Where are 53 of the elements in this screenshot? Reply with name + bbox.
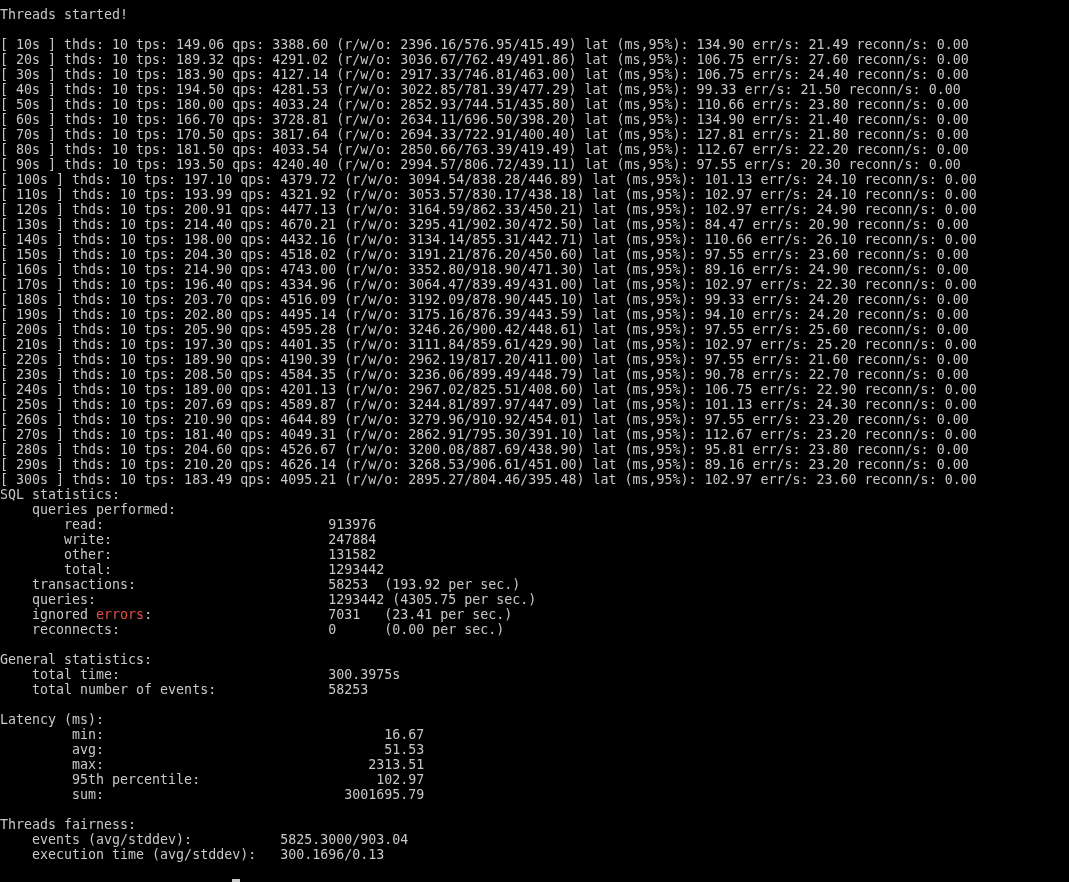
terminal-line: [ 120s ] thds: 10 tps: 200.91 qps: 4477.13 (r/w/o: 3164.59/862.33/450.21) lat (ms,95%): 102.97 err/s: 24.90 reconn/s: 0.00 (0, 202, 977, 217)
terminal-line: [ 110s ] thds: 10 tps: 193.99 qps: 4321.92 (r/w/o: 3053.57/830.17/438.18) lat (ms,95%): 102.97 err/s: 24.10 reconn/s: 0.00 (0, 187, 977, 202)
terminal-line: queries performed: (31, 502, 177, 517)
terminal-line: transactions: 58253 (193.92 per sec.) (31, 577, 521, 592)
terminal-line: [ 220s ] thds: 10 tps: 189.90 qps: 4190.39 (r/w/o: 2962.19/817.20/411.00) lat (ms,95%): 97.55 err/s: 21.60 reconn/s: 0.00 (0, 352, 969, 367)
terminal-line: ignored errors: 7031 (23.41 per sec.) (31, 607, 513, 622)
terminal-line: [ 240s ] thds: 10 tps: 189.00 qps: 4201.13 (r/w/o: 2967.02/825.51/408.60) lat (ms,95%): 106.75 err/s: 22.90 reconn/s: 0.00 (0, 382, 977, 397)
terminal-line: read: 913976 (63, 517, 377, 532)
terminal-line: avg: 51.53 (71, 742, 425, 757)
terminal-line: [ 210s ] thds: 10 tps: 197.30 qps: 4401.35 (r/w/o: 3111.84/859.61/429.90) lat (ms,95%): 102.97 err/s: 25.20 reconn/s: 0.00 (0, 337, 977, 352)
terminal-line: General statistics: (0, 652, 153, 667)
terminal-line: [ 140s ] thds: 10 tps: 198.00 qps: 4432.16 (r/w/o: 3134.14/855.31/442.71) lat (ms,95%): 110.66 err/s: 26.10 reconn/s: 0.00 (0, 232, 977, 247)
terminal-line: [ 60s ] thds: 10 tps: 166.70 qps: 3728.81 (r/w/o: 2634.11/696.50/398.20) lat (ms,95%): 134.90 err/s: 21.40 reconn/s: 0.00 (0, 112, 969, 127)
terminal-line: min: 16.67 (71, 727, 425, 742)
terminal-line: Threads started! (0, 7, 129, 22)
terminal-line: [ 100s ] thds: 10 tps: 197.10 qps: 4379.72 (r/w/o: 3094.54/838.28/446.89) lat (ms,95%): 101.13 err/s: 24.10 reconn/s: 0.00 (0, 172, 977, 187)
terminal-line: 95th percentile: 102.97 (71, 772, 425, 787)
terminal-line: reconnects: 0 (0.00 per sec.) (31, 622, 505, 637)
terminal-line: [ 160s ] thds: 10 tps: 214.90 qps: 4743.00 (r/w/o: 3352.80/918.90/471.30) lat (ms,95%): 89.16 err/s: 24.90 reconn/s: 0.00 (0, 262, 969, 277)
terminal-line: [ 10s ] thds: 10 tps: 149.06 qps: 3388.60 (r/w/o: 2396.16/576.95/415.49) lat (ms,95%): 134.90 err/s: 21.49 reconn/s: 0.00 (0, 37, 969, 52)
terminal-line: [ 70s ] thds: 10 tps: 170.50 qps: 3817.64 (r/w/o: 2694.33/722.91/400.40) lat (ms,95%): 127.81 err/s: 21.80 reconn/s: 0.00 (0, 127, 969, 142)
terminal-line: max: 2313.51 (71, 757, 425, 772)
terminal-line: [ 50s ] thds: 10 tps: 180.00 qps: 4033.24 (r/w/o: 2852.93/744.51/435.80) lat (ms,95%): 110.66 err/s: 23.80 reconn/s: 0.00 (0, 97, 969, 112)
terminal-line: [ 40s ] thds: 10 tps: 194.50 qps: 4281.53 (r/w/o: 3022.85/781.39/477.29) lat (ms,95%): 99.33 err/s: 21.50 reconn/s: 0.00 (0, 82, 961, 97)
terminal-line: events (avg/stddev): 5825.3000/903.04 (31, 832, 409, 847)
terminal-line: [ 280s ] thds: 10 tps: 204.60 qps: 4526.67 (r/w/o: 3200.08/887.69/438.90) lat (ms,95%): 95.81 err/s: 23.80 reconn/s: 0.00 (0, 442, 969, 457)
terminal-line: [ 200s ] thds: 10 tps: 205.90 qps: 4595.28 (r/w/o: 3246.26/900.42/448.61) lat (ms,95%): 97.55 err/s: 25.60 reconn/s: 0.00 (0, 322, 969, 337)
terminal-line: write: 247884 (63, 532, 377, 547)
terminal-line: [ 170s ] thds: 10 tps: 196.40 qps: 4334.96 (r/w/o: 3064.47/839.49/431.00) lat (ms,95%): 102.97 err/s: 22.30 reconn/s: 0.00 (0, 277, 977, 292)
terminal-line: [ 180s ] thds: 10 tps: 203.70 qps: 4516.09 (r/w/o: 3192.09/878.90/445.10) lat (ms,95%): 99.33 err/s: 24.20 reconn/s: 0.00 (0, 292, 969, 307)
terminal-line: total time: 300.3975s (31, 667, 401, 682)
terminal-line: [ 20s ] thds: 10 tps: 189.32 qps: 4291.02 (r/w/o: 3036.67/762.49/491.86) lat (ms,95%): 106.75 err/s: 27.60 reconn/s: 0.00 (0, 52, 969, 67)
terminal-line: [ 260s ] thds: 10 tps: 210.90 qps: 4644.89 (r/w/o: 3279.96/910.92/454.01) lat (ms,95%): 97.55 err/s: 23.20 reconn/s: 0.00 (0, 412, 969, 427)
terminal-line: Threads fairness: (0, 817, 137, 832)
terminal-line: [ 290s ] thds: 10 tps: 210.20 qps: 4626.14 (r/w/o: 3268.53/906.61/451.00) lat (ms,95%): 89.16 err/s: 23.20 reconn/s: 0.00 (0, 457, 969, 472)
terminal-line: [ 30s ] thds: 10 tps: 183.90 qps: 4127.14 (r/w/o: 2917.33/746.81/463.00) lat (ms,95%): 106.75 err/s: 24.40 reconn/s: 0.00 (0, 67, 969, 82)
terminal-line: [ 150s ] thds: 10 tps: 204.30 qps: 4518.02 (r/w/o: 3191.21/876.20/450.60) lat (ms,95%): 97.55 err/s: 23.60 reconn/s: 0.00 (0, 247, 969, 262)
terminal-line: total: 1293442 (63, 562, 385, 577)
terminal-line: Latency (ms): (0, 712, 105, 727)
terminal-line: [ 230s ] thds: 10 tps: 208.50 qps: 4584.35 (r/w/o: 3236.06/899.49/448.79) lat (ms,95%): 90.78 err/s: 22.70 reconn/s: 0.00 (0, 367, 969, 382)
terminal-line: other: 131582 (63, 547, 377, 562)
terminal-line: [ 250s ] thds: 10 tps: 207.69 qps: 4589.87 (r/w/o: 3244.81/897.97/447.09) lat (ms,95%): 101.13 err/s: 24.30 reconn/s: 0.00 (0, 397, 977, 412)
terminal-line: [ 270s ] thds: 10 tps: 181.40 qps: 4049.31 (r/w/o: 2862.91/795.30/391.10) lat (ms,95%): 112.67 err/s: 23.20 reconn/s: 0.00 (0, 427, 977, 442)
terminal-line: queries: 1293442 (4305.75 per sec.) (31, 592, 537, 607)
terminal-line: [ 80s ] thds: 10 tps: 181.50 qps: 4033.54 (r/w/o: 2850.66/763.39/419.49) lat (ms,95%): 112.67 err/s: 22.20 reconn/s: 0.00 (0, 142, 969, 157)
terminal-line: [ 300s ] thds: 10 tps: 183.49 qps: 4095.21 (r/w/o: 2895.27/804.46/395.48) lat (ms,95%): 102.97 err/s: 23.60 reconn/s: 0.00 (0, 472, 977, 487)
terminal-line: execution time (avg/stddev): 300.1696/0.13 (31, 847, 385, 862)
terminal-line: total number of events: 58253 (31, 682, 369, 697)
terminal-line: [ 90s ] thds: 10 tps: 193.50 qps: 4240.40 (r/w/o: 2994.57/806.72/439.11) lat (ms,95%): 97.55 err/s: 20.30 reconn/s: 0.00 (0, 157, 961, 172)
terminal-line: sum: 3001695.79 (71, 787, 425, 802)
terminal-line: SQL statistics: (0, 487, 121, 502)
terminal-line: [ 190s ] thds: 10 tps: 202.80 qps: 4495.14 (r/w/o: 3175.16/876.39/443.59) lat (ms,95%): 94.10 err/s: 24.20 reconn/s: 0.00 (0, 307, 969, 322)
terminal-line: [ 130s ] thds: 10 tps: 214.40 qps: 4670.21 (r/w/o: 3295.41/902.30/472.50) lat (ms,95%): 84.47 err/s: 20.90 reconn/s: 0.00 (0, 217, 969, 232)
